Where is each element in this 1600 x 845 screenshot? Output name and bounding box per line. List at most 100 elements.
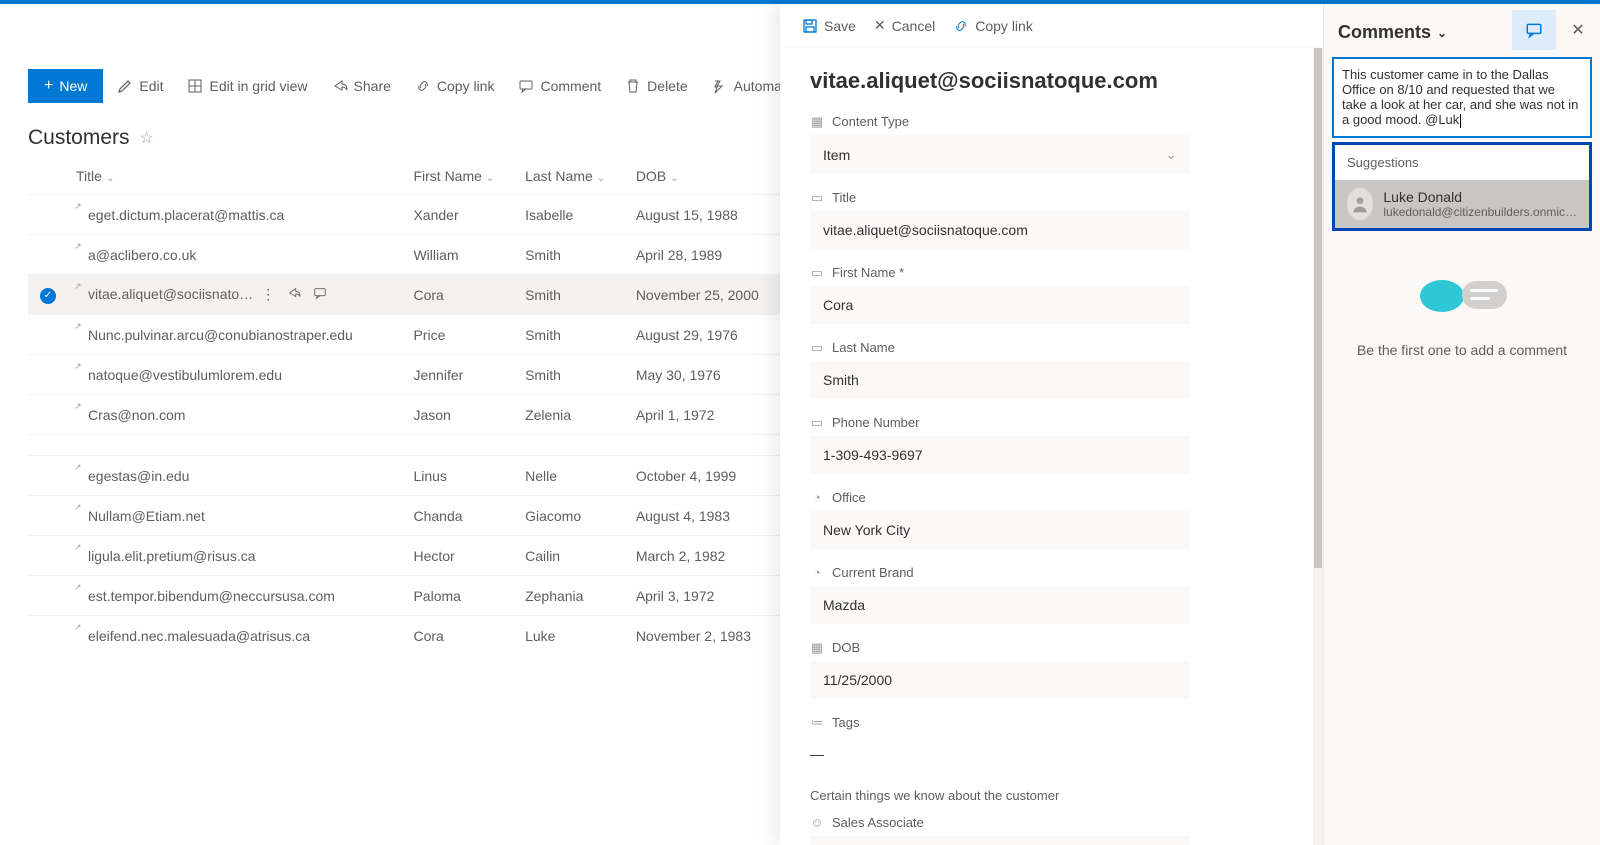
cancel-label: Cancel bbox=[892, 18, 936, 34]
cell-dob: November 25, 2000 bbox=[628, 275, 788, 315]
save-label: Save bbox=[824, 18, 856, 34]
table-row[interactable]: ↗ligula.elit.pretium@risus.caHectorCaili… bbox=[28, 536, 788, 576]
cell-last-name: Smith bbox=[517, 235, 628, 275]
comment-icon bbox=[1525, 21, 1543, 39]
last-name-input[interactable]: Smith bbox=[810, 361, 1190, 399]
content-type-icon: ▦ bbox=[810, 115, 824, 129]
cell-title[interactable]: ↗eleifend.nec.malesuada@atrisus.ca bbox=[68, 616, 405, 656]
chevron-down-icon: ⌄ bbox=[1437, 26, 1447, 40]
field-label: Last Name bbox=[832, 340, 895, 355]
column-title[interactable]: Title⌄ bbox=[68, 158, 405, 195]
empty-comments-placeholder: Be the first one to add a comment bbox=[1324, 271, 1600, 358]
table-row[interactable]: ↗Nullam@Etiam.netChandaGiacomoAugust 4, … bbox=[28, 496, 788, 536]
cell-dob: April 3, 1972 bbox=[628, 576, 788, 616]
cell-dob: October 4, 1999 bbox=[628, 456, 788, 496]
close-icon: ✕ bbox=[874, 17, 886, 34]
comment-icon[interactable] bbox=[313, 286, 327, 303]
cell-title[interactable]: ↗egestas@in.edu bbox=[68, 456, 405, 496]
checkmark-icon: ✓ bbox=[40, 288, 56, 304]
office-input[interactable]: New York City bbox=[810, 511, 1190, 549]
field-label: Phone Number bbox=[832, 415, 919, 430]
share-button[interactable]: Share bbox=[322, 70, 401, 102]
cell-first-name: Price bbox=[405, 315, 517, 355]
copy-link-button[interactable]: Copy link bbox=[405, 70, 505, 102]
panel-copy-link-button[interactable]: Copy link bbox=[953, 18, 1033, 34]
dob-input[interactable]: 11/25/2000 bbox=[810, 661, 1190, 699]
cell-last-name: Zelenia bbox=[517, 395, 628, 435]
text-icon: ▭ bbox=[810, 266, 824, 280]
new-button[interactable]: + New bbox=[28, 69, 103, 103]
cell-title[interactable]: ↗a@aclibero.co.uk bbox=[68, 235, 405, 275]
table-row[interactable]: ↗natoque@vestibulumlorem.eduJenniferSmit… bbox=[28, 355, 788, 395]
trash-icon bbox=[625, 78, 641, 94]
column-dob[interactable]: DOB⌄ bbox=[628, 158, 788, 195]
table-row[interactable]: ↗a@aclibero.co.ukWilliamSmithApril 28, 1… bbox=[28, 235, 788, 275]
first-name-input[interactable]: Cora bbox=[810, 286, 1190, 324]
cell-dob: November 2, 1983 bbox=[628, 616, 788, 656]
edit-grid-button[interactable]: Edit in grid view bbox=[177, 70, 317, 102]
table-row[interactable]: ✓↗vitae.aliquet@sociisnato…⋮CoraSmithNov… bbox=[28, 275, 788, 315]
toggle-comments-button[interactable] bbox=[1512, 10, 1556, 50]
brand-input[interactable]: Mazda bbox=[810, 586, 1190, 624]
suggestion-item[interactable]: Luke Donald lukedonald@citizenbuilders.o… bbox=[1335, 180, 1589, 228]
comments-heading-text: Comments bbox=[1338, 22, 1431, 43]
column-last-name[interactable]: Last Name⌄ bbox=[517, 158, 628, 195]
save-button[interactable]: Save bbox=[802, 18, 856, 34]
panel-copy-link-label: Copy link bbox=[975, 18, 1033, 34]
phone-input[interactable]: 1-309-493-9697 bbox=[810, 436, 1190, 474]
table-row[interactable]: ↗est.tempor.bibendum@neccursusa.comPalom… bbox=[28, 576, 788, 616]
sales-associate-input[interactable]: Enter a name or email address bbox=[810, 836, 1190, 845]
cell-title[interactable]: ↗Cras@non.com bbox=[68, 395, 405, 435]
grid-icon bbox=[187, 78, 203, 94]
table-row[interactable]: ↗egestas@in.eduLinusNelleOctober 4, 1999 bbox=[28, 456, 788, 496]
cell-first-name: Jennifer bbox=[405, 355, 517, 395]
cell-title[interactable]: ↗vitae.aliquet@sociisnato…⋮ bbox=[68, 275, 405, 315]
field-label: Current Brand bbox=[832, 565, 914, 580]
cell-first-name: Xander bbox=[405, 195, 517, 235]
title-input[interactable]: vitae.aliquet@sociisnatoque.com bbox=[810, 211, 1190, 249]
cell-title[interactable]: ↗est.tempor.bibendum@neccursusa.com bbox=[68, 576, 405, 616]
text-icon: ▭ bbox=[810, 341, 824, 355]
comment-button[interactable]: Comment bbox=[508, 70, 611, 102]
cell-last-name: Isabelle bbox=[517, 195, 628, 235]
table-row[interactable]: ↗Nunc.pulvinar.arcu@conubianostraper.edu… bbox=[28, 315, 788, 355]
cell-dob: August 29, 1976 bbox=[628, 315, 788, 355]
column-first-name[interactable]: First Name⌄ bbox=[405, 158, 517, 195]
edit-button[interactable]: Edit bbox=[107, 70, 173, 102]
cancel-button[interactable]: ✕ Cancel bbox=[874, 17, 935, 34]
close-panel-button[interactable]: ✕ bbox=[1556, 10, 1600, 50]
cell-title[interactable]: ↗eget.dictum.placerat@mattis.ca bbox=[68, 195, 405, 235]
content-type-select[interactable]: Item ⌄ bbox=[810, 135, 1190, 174]
cell-last-name: Giacomo bbox=[517, 496, 628, 536]
cell-title[interactable]: ↗ligula.elit.pretium@risus.ca bbox=[68, 536, 405, 576]
cell-last-name: Cailin bbox=[517, 536, 628, 576]
table-row[interactable]: ↗Cras@non.comJasonZeleniaApril 1, 1972 bbox=[28, 395, 788, 435]
cell-dob: April 28, 1989 bbox=[628, 235, 788, 275]
field-label: Title bbox=[832, 190, 856, 205]
panel-scrollbar[interactable] bbox=[1313, 48, 1323, 845]
comment-textarea[interactable]: This customer came in to the Dallas Offi… bbox=[1332, 57, 1592, 138]
favorite-star-icon[interactable]: ☆ bbox=[140, 128, 154, 148]
cell-first-name: Hector bbox=[405, 536, 517, 576]
more-icon[interactable]: ⋮ bbox=[261, 286, 275, 303]
chevron-down-icon: ⌄ bbox=[1165, 146, 1177, 163]
section-description: Certain things we know about the custome… bbox=[810, 788, 1293, 803]
scrollbar-thumb[interactable] bbox=[1314, 48, 1322, 568]
chat-bubbles-icon bbox=[1324, 271, 1600, 324]
cell-title[interactable]: ↗Nullam@Etiam.net bbox=[68, 496, 405, 536]
table-row[interactable]: ↗eleifend.nec.malesuada@atrisus.caCoraLu… bbox=[28, 616, 788, 656]
list-title-text: Customers bbox=[28, 126, 130, 150]
cell-dob: April 1, 1972 bbox=[628, 395, 788, 435]
table-row[interactable]: ↗eget.dictum.placerat@mattis.caXanderIsa… bbox=[28, 195, 788, 235]
cell-title[interactable]: ↗Nunc.pulvinar.arcu@conubianostraper.edu bbox=[68, 315, 405, 355]
comments-pane: Comments ⌄ This customer came in to the … bbox=[1324, 4, 1600, 845]
tags-input[interactable]: — bbox=[810, 736, 1190, 772]
share-icon[interactable] bbox=[287, 286, 301, 303]
plus-icon: + bbox=[44, 77, 53, 95]
cell-last-name: Zephania bbox=[517, 576, 628, 616]
delete-button[interactable]: Delete bbox=[615, 70, 697, 102]
field-label: DOB bbox=[832, 640, 860, 655]
cell-title[interactable]: ↗natoque@vestibulumlorem.edu bbox=[68, 355, 405, 395]
cell-last-name: Nelle bbox=[517, 456, 628, 496]
field-label: First Name * bbox=[832, 265, 904, 280]
